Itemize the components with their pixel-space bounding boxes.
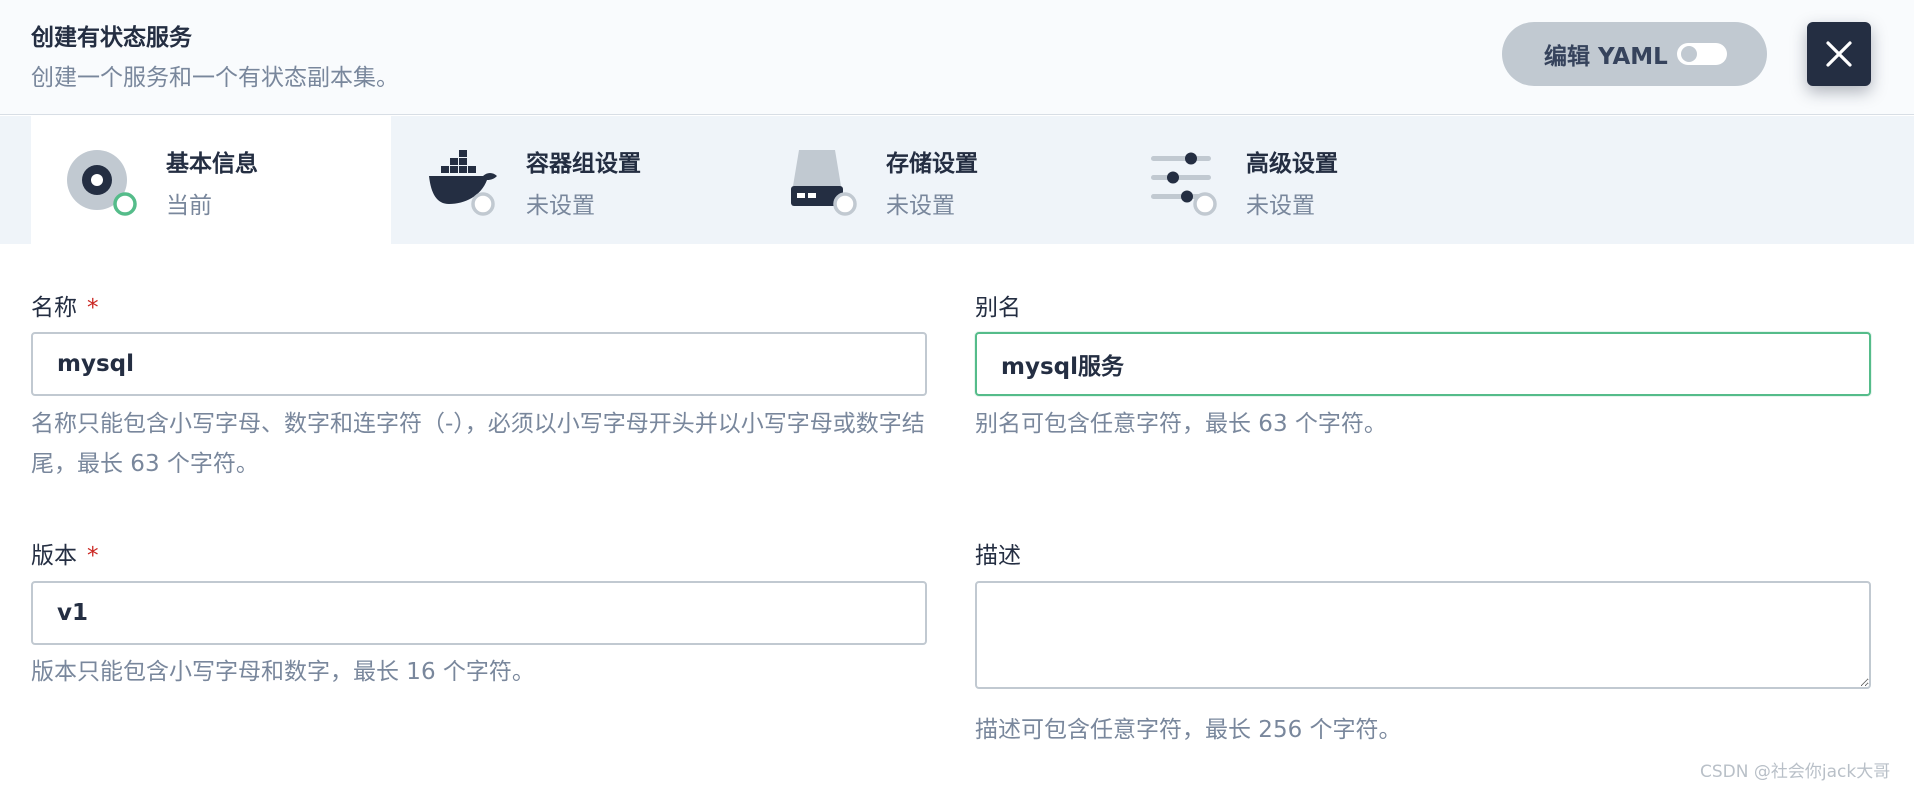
storage-icon — [791, 150, 857, 216]
step-status: 未设置 — [526, 193, 595, 219]
step-title: 容器组设置 — [526, 151, 641, 177]
toggle-knob — [1679, 44, 1699, 64]
step-title: 基本信息 — [166, 151, 258, 177]
description-label-text: 描述 — [975, 543, 1021, 569]
name-help-text: 名称只能包含小写字母、数字和连字符（-），必须以小写字母开头并以小写字母或数字结… — [31, 411, 925, 477]
edit-yaml-toggle-button[interactable]: 编辑 YAML — [1502, 22, 1767, 86]
modal-header: 创建有状态服务 创建一个服务和一个有状态副本集。 编辑 YAML — [0, 0, 1914, 115]
step-title: 存储设置 — [886, 151, 978, 177]
version-label: 版本 * — [31, 536, 99, 570]
alias-label: 别名 — [975, 288, 1021, 322]
version-label-text: 版本 — [31, 543, 77, 569]
step-container-settings[interactable]: 容器组设置 未设置 — [391, 116, 751, 244]
modal-subtitle: 创建一个服务和一个有状态副本集。 — [31, 65, 399, 91]
sliders-icon — [1151, 152, 1217, 216]
alias-help-text: 别名可包含任意字符，最长 63 个字符。 — [975, 411, 1387, 437]
required-mark: * — [87, 295, 99, 321]
name-label-text: 名称 — [31, 295, 77, 321]
step-basic-info[interactable]: 基本信息 当前 — [31, 116, 391, 244]
watermark: CSDN @社会你jack大哥 — [1700, 762, 1891, 782]
docker-icon — [429, 150, 497, 216]
name-input[interactable] — [31, 332, 927, 396]
edit-yaml-label: 编辑 YAML — [1544, 44, 1668, 70]
required-mark: * — [87, 543, 99, 569]
basic-info-icon — [67, 150, 137, 216]
step-status: 未设置 — [886, 193, 955, 219]
close-button[interactable] — [1807, 22, 1871, 86]
close-icon — [1826, 41, 1852, 67]
version-help-text: 版本只能包含小写字母和数字，最长 16 个字符。 — [31, 659, 535, 685]
modal-title: 创建有状态服务 — [31, 25, 192, 51]
step-status: 当前 — [166, 193, 212, 219]
yaml-toggle-switch[interactable] — [1677, 43, 1727, 65]
description-label: 描述 — [975, 536, 1021, 570]
step-storage-settings[interactable]: 存储设置 未设置 — [751, 116, 1111, 244]
step-advanced-settings[interactable]: 高级设置 未设置 — [1111, 116, 1471, 244]
description-textarea[interactable] — [975, 581, 1871, 689]
version-input[interactable] — [31, 581, 927, 645]
name-label: 名称 * — [31, 288, 99, 322]
description-help-text: 描述可包含任意字符，最长 256 个字符。 — [975, 717, 1402, 743]
step-navigation: 基本信息 当前 容器组设置 未设置 存储设置 未设置 高级设置 未设置 — [0, 116, 1914, 244]
step-title: 高级设置 — [1246, 151, 1338, 177]
alias-label-text: 别名 — [975, 295, 1021, 321]
alias-input[interactable] — [975, 332, 1871, 396]
step-status: 未设置 — [1246, 193, 1315, 219]
